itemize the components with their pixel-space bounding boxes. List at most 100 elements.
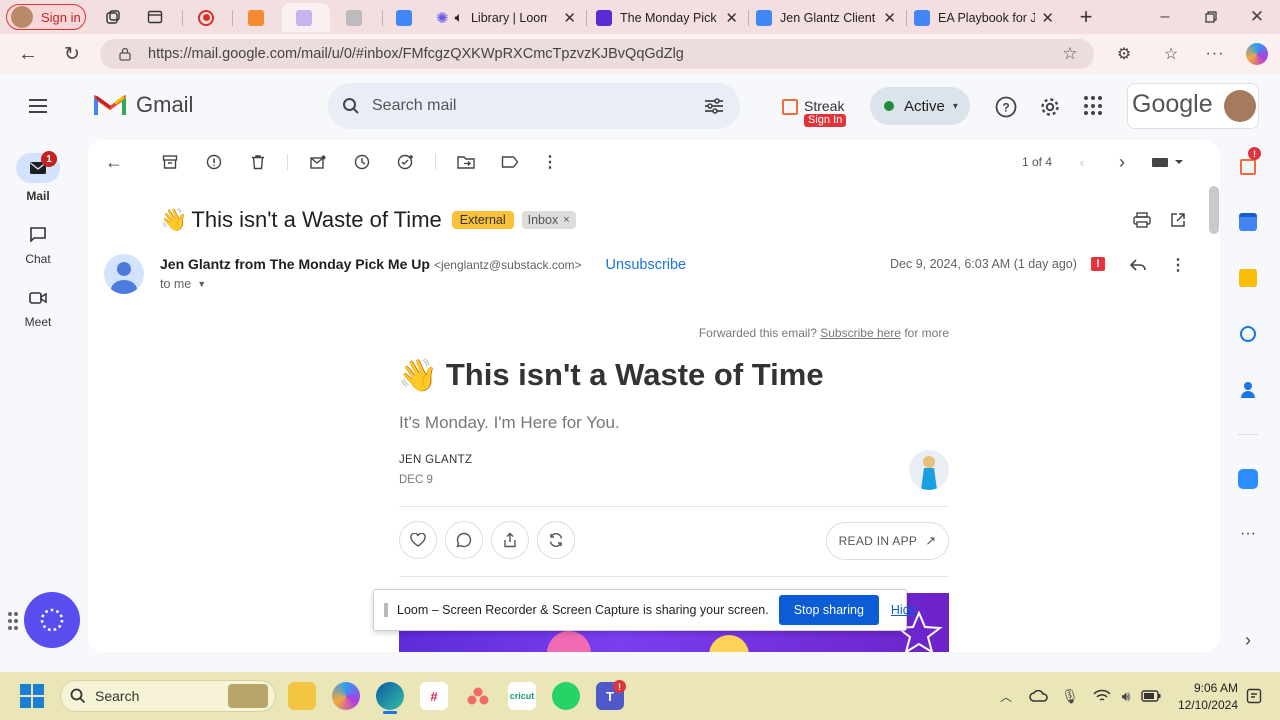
older-icon[interactable]: ›	[1110, 152, 1134, 172]
keep-icon[interactable]	[1236, 266, 1260, 290]
back-icon[interactable]: ←	[16, 43, 40, 65]
stop-sharing-button[interactable]: Stop sharing	[778, 595, 879, 625]
extensions-icon[interactable]: ⚙︎	[1114, 44, 1134, 64]
tab-5[interactable]: Library | Loom	[388, 3, 428, 32]
more-menu-icon[interactable]: ···	[1204, 44, 1226, 64]
tab-ea-playbook[interactable]: EA Playbook for Je ✕	[906, 3, 1062, 32]
print-icon[interactable]	[1132, 210, 1152, 230]
main-menu-icon[interactable]	[26, 94, 50, 118]
newsletter-author[interactable]: JEN GLANTZ	[399, 454, 472, 466]
address-bar[interactable]: https://mail.google.com/mail/u/0/#inbox/…	[100, 39, 1094, 69]
microphone-icon[interactable]: 🎙︎	[1060, 686, 1080, 706]
close-icon[interactable]: ✕	[719, 9, 738, 27]
calendar-icon[interactable]	[1236, 210, 1260, 234]
label-icon[interactable]	[498, 152, 522, 172]
restore-button[interactable]	[1200, 6, 1222, 28]
favorites-icon[interactable]: ☆	[1160, 44, 1182, 64]
profile-button[interactable]: Sign in	[6, 4, 86, 30]
tab-3-active[interactable]	[282, 3, 330, 32]
move-to-icon[interactable]	[454, 152, 478, 172]
google-account-button[interactable]: Google	[1127, 83, 1259, 129]
expand-panel-icon[interactable]: ›	[1236, 628, 1260, 652]
asana-icon[interactable]	[464, 682, 492, 710]
tab-actions-icon[interactable]	[144, 6, 166, 28]
add-task-icon[interactable]	[394, 152, 418, 172]
read-in-app-button[interactable]: READ IN APP ↗	[826, 522, 949, 560]
reload-icon[interactable]: ↻	[60, 43, 84, 65]
gmail-logo[interactable]: Gmail	[94, 92, 193, 118]
comment-button[interactable]	[445, 521, 483, 559]
new-tab-button[interactable]: +	[1074, 4, 1098, 29]
snooze-icon[interactable]	[350, 152, 374, 172]
rail-meet[interactable]: Meet	[14, 291, 62, 329]
like-button[interactable]	[399, 521, 437, 559]
close-icon[interactable]: ✕	[1035, 9, 1054, 27]
author-avatar[interactable]	[909, 450, 949, 490]
restack-button[interactable]	[537, 521, 575, 559]
newsletter-title[interactable]: This isn't a Waste of Time	[446, 357, 824, 393]
newer-icon[interactable]: ‹	[1070, 152, 1094, 172]
whatsapp-icon[interactable]	[552, 682, 580, 710]
volume-icon[interactable]: 🔊︎	[1116, 686, 1136, 706]
subscribe-link[interactable]: Subscribe here	[820, 326, 901, 340]
streak-panel-icon[interactable]: !	[1236, 147, 1261, 179]
search-input[interactable]: Search mail	[328, 83, 740, 129]
edge-icon[interactable]	[376, 682, 404, 710]
search-options-icon[interactable]	[702, 95, 726, 117]
loom-record-button[interactable]	[24, 592, 80, 648]
copilot-icon[interactable]	[1246, 43, 1268, 65]
help-icon[interactable]: ?	[994, 95, 1018, 119]
sender-avatar[interactable]	[104, 254, 144, 294]
rail-mail[interactable]: 1 Mail	[14, 151, 62, 203]
drag-handle-icon[interactable]	[8, 612, 20, 630]
chevron-up-icon[interactable]: ︿	[996, 686, 1016, 706]
tab-library-loom[interactable]: ✺ 🔈︎ Library | Loom ✕	[428, 3, 584, 32]
tasks-icon[interactable]	[1236, 322, 1260, 346]
tab-jen-glantz-client[interactable]: Jen Glantz Client P ✕	[748, 3, 904, 32]
streak-sign-in-badge[interactable]: Sign In	[804, 114, 847, 127]
tab-2[interactable]	[240, 3, 280, 32]
close-window-button[interactable]: ✕	[1246, 6, 1268, 28]
cricut-icon[interactable]: cricut	[508, 682, 536, 710]
minimize-button[interactable]: –	[1154, 6, 1176, 28]
tab-monday-pick[interactable]: The Monday Pick M ✕	[588, 3, 746, 32]
tab-1[interactable]	[190, 3, 230, 32]
delete-icon[interactable]	[246, 152, 270, 172]
streak-button[interactable]: Streak Sign In	[780, 97, 852, 129]
share-button[interactable]	[491, 521, 529, 559]
file-explorer-icon[interactable]	[288, 682, 316, 710]
site-info-icon[interactable]	[116, 44, 134, 64]
slack-icon[interactable]: #	[420, 682, 448, 710]
search-icon[interactable]	[340, 95, 362, 117]
wifi-icon[interactable]	[1092, 686, 1112, 706]
more-addons-icon[interactable]: ···	[1236, 522, 1260, 546]
sender-name[interactable]: Jen Glantz from The Monday Pick Me Up	[160, 256, 430, 272]
input-tools-icon[interactable]	[1146, 152, 1186, 172]
back-to-inbox-icon[interactable]: ←	[102, 152, 126, 172]
settings-gear-icon[interactable]	[1038, 95, 1062, 119]
onedrive-icon[interactable]	[1028, 686, 1050, 706]
zoom-icon[interactable]	[1236, 467, 1260, 491]
reply-icon[interactable]	[1128, 255, 1148, 275]
workspaces-icon[interactable]	[102, 6, 124, 28]
notifications-icon[interactable]	[1244, 686, 1264, 706]
drag-grip-icon[interactable]	[384, 603, 388, 617]
inbox-label-chip[interactable]: Inbox ×	[521, 211, 576, 229]
open-in-new-window-icon[interactable]	[1168, 210, 1188, 230]
taskbar-clock[interactable]: 9:06 AM 12/10/2024	[1170, 680, 1238, 714]
apps-grid-icon[interactable]	[1084, 96, 1104, 116]
bookmark-star-icon[interactable]: ☆	[1060, 44, 1080, 64]
windows-start-icon[interactable]	[20, 684, 44, 708]
hide-link[interactable]: Hide	[891, 603, 917, 617]
status-dropdown[interactable]: Active ▾	[870, 87, 970, 125]
archive-icon[interactable]	[158, 152, 182, 172]
contacts-icon[interactable]	[1236, 378, 1260, 402]
speaker-icon[interactable]: 🔈︎	[455, 9, 463, 26]
mark-unread-icon[interactable]	[306, 152, 330, 172]
unsubscribe-link[interactable]: Unsubscribe	[606, 257, 687, 273]
rail-chat[interactable]: Chat	[14, 226, 62, 266]
copilot-app-icon[interactable]	[332, 682, 360, 710]
remove-label-icon[interactable]: ×	[563, 214, 569, 226]
close-icon[interactable]: ✕	[557, 9, 576, 27]
more-vert-icon[interactable]: ⋮	[1168, 255, 1188, 275]
